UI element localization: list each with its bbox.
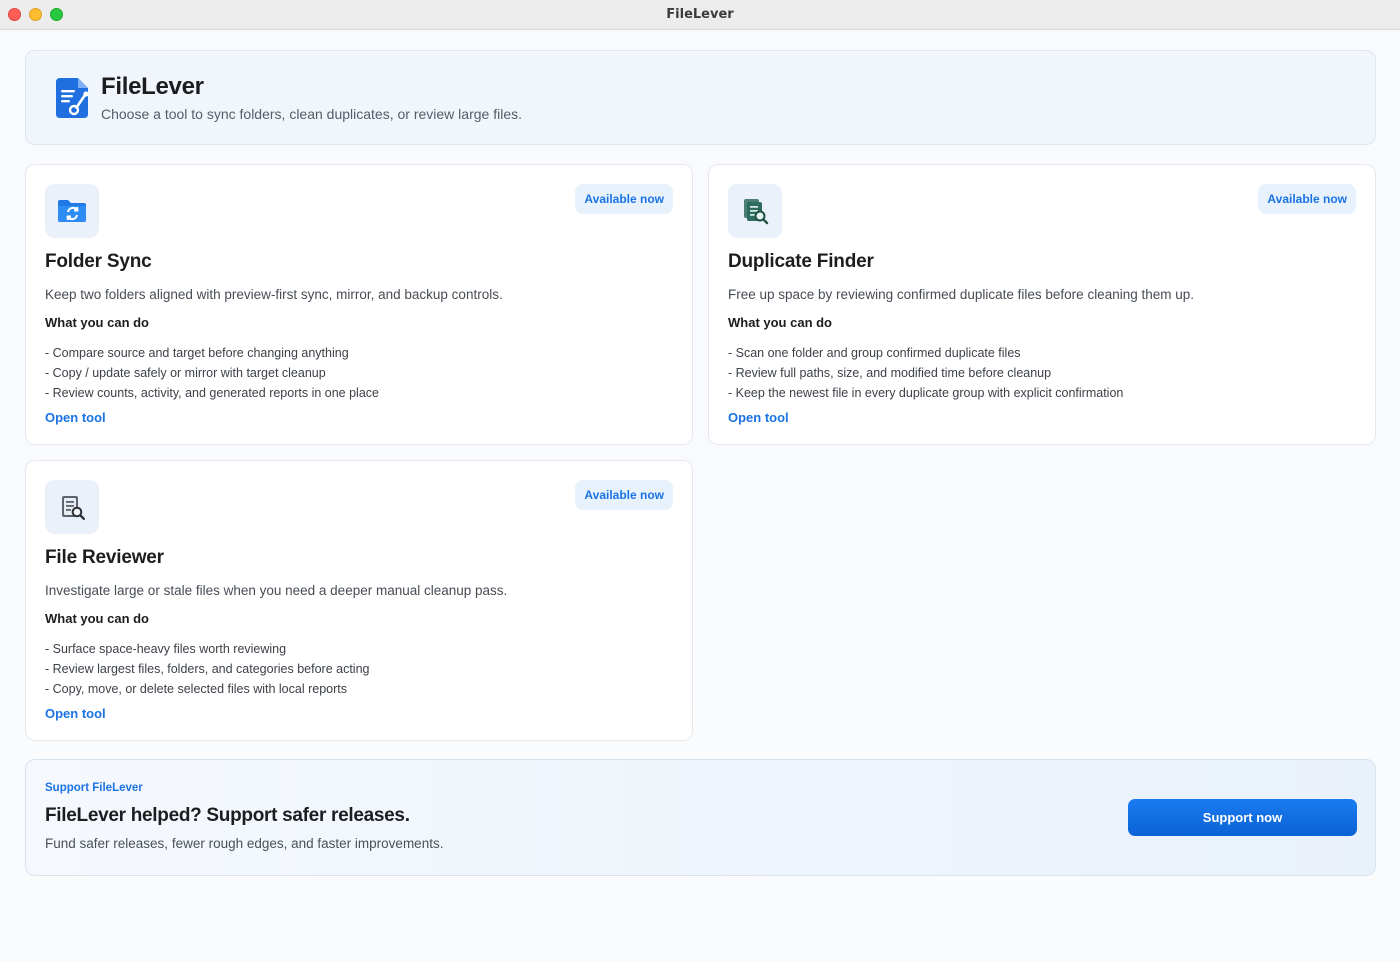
open-file-reviewer-link[interactable]: Open tool <box>45 706 106 721</box>
main-content: FileLever Choose a tool to sync folders,… <box>0 30 1400 962</box>
duplicate-finder-icon <box>728 184 782 238</box>
tool-title: Folder Sync <box>45 251 152 272</box>
tool-title: Duplicate Finder <box>728 251 874 272</box>
support-eyebrow: Support FileLever <box>45 782 143 794</box>
list-item: - Review counts, activity, and generated… <box>45 386 379 400</box>
window-titlebar: FileLever <box>0 0 1400 30</box>
what-you-can-do-heading: What you can do <box>45 315 149 330</box>
list-item: - Copy / update safely or mirror with ta… <box>45 366 326 380</box>
tool-card-file-reviewer: Available now File Reviewer Investigate … <box>25 460 693 741</box>
what-you-can-do-heading: What you can do <box>728 315 832 330</box>
list-item: - Copy, move, or delete selected files w… <box>45 682 347 696</box>
feature-list: - Surface space-heavy files worth review… <box>45 639 369 699</box>
support-subtitle: Fund safer releases, fewer rough edges, … <box>45 836 444 851</box>
feature-list: - Scan one folder and group confirmed du… <box>728 343 1123 403</box>
list-item: - Review largest files, folders, and cat… <box>45 662 370 676</box>
tool-description: Free up space by reviewing confirmed dup… <box>728 287 1195 302</box>
what-you-can-do-heading: What you can do <box>45 611 149 626</box>
list-item: - Surface space-heavy files worth review… <box>45 642 287 656</box>
tool-description: Investigate large or stale files when yo… <box>45 583 508 598</box>
list-item: - Keep the newest file in every duplicat… <box>728 386 1124 400</box>
window-title: FileLever <box>666 7 734 22</box>
app-logo-icon <box>56 78 89 118</box>
app-subtitle: Choose a tool to sync folders, clean dup… <box>101 106 522 122</box>
list-item: - Compare source and target before chang… <box>45 346 349 360</box>
open-folder-sync-link[interactable]: Open tool <box>45 410 106 425</box>
tool-title: File Reviewer <box>45 547 164 568</box>
tool-card-folder-sync: Available now Folder Sync Keep two folde… <box>25 164 693 445</box>
app-name: FileLever <box>101 73 204 100</box>
availability-badge: Available now <box>1258 184 1356 214</box>
app-header: FileLever Choose a tool to sync folders,… <box>25 50 1376 145</box>
file-reviewer-icon <box>45 480 99 534</box>
list-item: - Review full paths, size, and modified … <box>728 366 1052 380</box>
availability-badge: Available now <box>575 480 673 510</box>
tool-card-duplicate-finder: Available now Duplicate Finder Free up s… <box>708 164 1376 445</box>
support-now-button[interactable]: Support now <box>1128 799 1357 836</box>
support-title: FileLever helped? Support safer releases… <box>45 805 410 826</box>
support-banner: Support FileLever FileLever helped? Supp… <box>25 759 1376 876</box>
list-item: - Scan one folder and group confirmed du… <box>728 346 1021 360</box>
availability-badge: Available now <box>575 184 673 214</box>
open-duplicate-finder-link[interactable]: Open tool <box>728 410 789 425</box>
tool-description: Keep two folders aligned with preview-fi… <box>45 287 503 302</box>
feature-list: - Compare source and target before chang… <box>45 343 379 403</box>
folder-sync-icon <box>45 184 99 238</box>
